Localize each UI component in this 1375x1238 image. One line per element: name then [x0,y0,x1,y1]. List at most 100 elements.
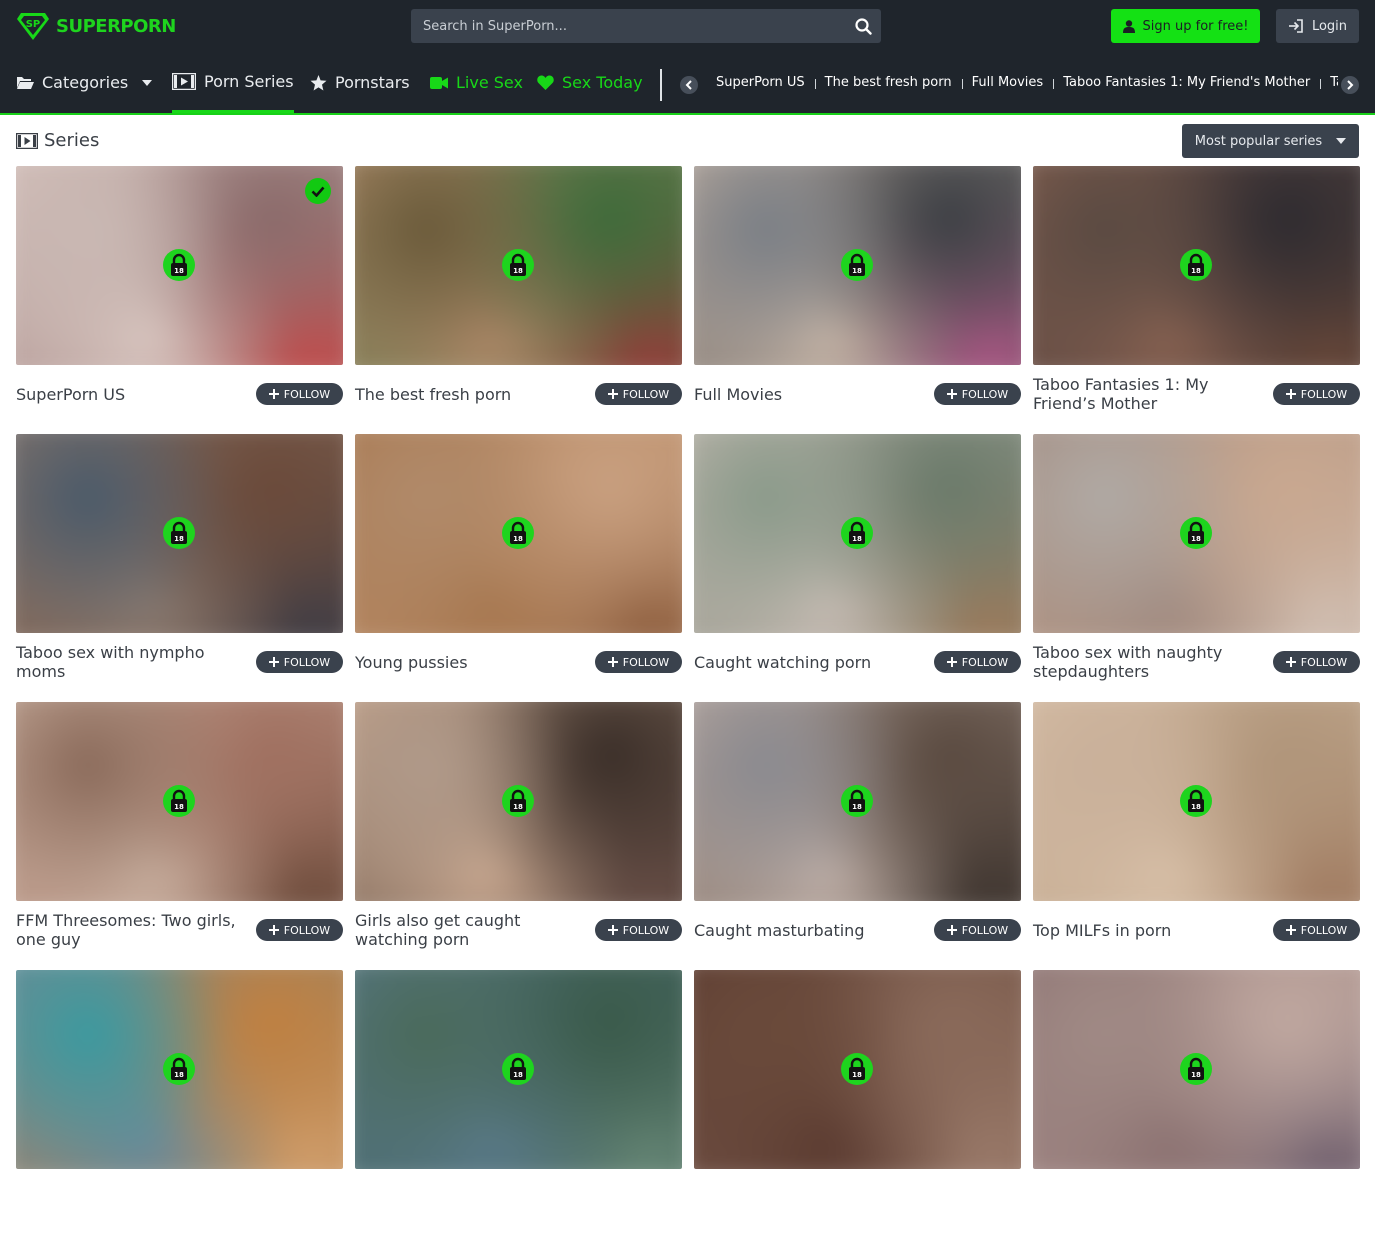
series-card[interactable]: 18 Girls also get caught watching porn FOL… [355,702,682,970]
series-title[interactable]: Young pussies [355,653,468,672]
series-strip-link[interactable]: Taboo sex with nympho moms [1320,75,1338,90]
nav-pornstars[interactable]: Pornstars [310,52,410,113]
follow-button[interactable]: FOLLOW [595,919,682,941]
follow-button[interactable]: FOLLOW [1273,383,1360,405]
age-badge-text: 18 [852,1071,862,1079]
series-card[interactable]: 18 [355,970,682,1238]
series-thumbnail[interactable]: 18 [355,702,682,901]
series-thumbnail[interactable]: 18 [355,166,682,365]
page-title-label: Series [44,130,100,151]
series-title[interactable]: Top MILFs in porn [1033,921,1171,940]
series-card[interactable]: 18 Top MILFs in porn FOLLOW [1033,702,1360,970]
series-card[interactable]: 18 [16,970,343,1238]
nav-categories[interactable]: Categories [16,52,153,113]
series-title[interactable]: Full Movies [694,385,782,404]
follow-button[interactable]: FOLLOW [595,383,682,405]
folder-open-icon [17,77,34,89]
follow-button[interactable]: FOLLOW [595,651,682,673]
follow-button[interactable]: FOLLOW [256,651,343,673]
top-bar: SP SUPERPORN Sign up for free! Login [0,0,1375,52]
follow-button[interactable]: FOLLOW [934,651,1021,673]
series-thumbnail[interactable]: 18 [1033,434,1360,633]
heart-icon [537,75,554,90]
strip-scroll-left-button[interactable] [680,76,698,94]
series-title[interactable]: FFM Threesomes: Two girls, one guy [16,911,241,949]
series-title[interactable]: Caught watching porn [694,653,871,672]
nav-live-sex[interactable]: Live Sex [430,52,523,113]
card-footer: Girls also get caught watching porn FOLLO… [355,908,682,952]
sort-dropdown[interactable]: Most popular series [1182,124,1359,158]
series-card[interactable]: 18 [694,970,1021,1238]
site-logo[interactable]: SP SUPERPORN [16,10,176,42]
series-title[interactable]: Taboo Fantasies 1: My Friend’s Mother [1033,375,1258,413]
series-title[interactable]: Girls also get caught watching porn [355,911,580,949]
card-footer: FFM Threesomes: Two girls, one guy FOLLOW [16,908,343,952]
series-card[interactable]: 18 Young pussies FOLLOW [355,434,682,702]
follow-button[interactable]: FOLLOW [934,383,1021,405]
nav-sex-today[interactable]: Sex Today [537,52,643,113]
sign-in-icon [1288,19,1303,33]
follow-label: FOLLOW [961,655,1009,669]
series-title[interactable]: Taboo sex with nympho moms [16,643,241,681]
search-box [411,9,881,43]
series-thumbnail[interactable]: 18 [16,166,343,365]
nav-divider [660,69,662,101]
series-card[interactable]: 18 FFM Threesomes: Two girls, one guy FOLL… [16,702,343,970]
series-strip-link[interactable]: The best fresh porn [814,75,962,90]
series-card[interactable]: 18 [1033,970,1360,1238]
series-thumbnail[interactable]: 18 [694,970,1021,1169]
series-thumbnail[interactable]: 18 [694,702,1021,901]
follow-label: FOLLOW [622,655,670,669]
series-card[interactable]: 18 Caught masturbating FOLLOW [694,702,1021,970]
age-lock-badge: 18 [1180,785,1212,817]
nav-porn-series-label: Porn Series [204,71,294,91]
signup-button[interactable]: Sign up for free! [1111,9,1260,43]
series-strip-link[interactable]: Taboo Fantasies 1: My Friend's Mother [1053,75,1320,90]
age-lock-badge: 18 [163,1053,195,1085]
follow-button[interactable]: FOLLOW [1273,651,1360,673]
follow-label: FOLLOW [283,655,331,669]
search-button[interactable] [845,9,881,43]
series-thumbnail[interactable]: 18 [694,166,1021,365]
series-title[interactable]: Caught masturbating [694,921,864,940]
search-input[interactable] [411,9,845,43]
logo-text: SUPERPORN [56,15,176,37]
nav-porn-series[interactable]: Porn Series [172,52,294,113]
login-button[interactable]: Login [1276,9,1359,43]
follow-button[interactable]: FOLLOW [934,919,1021,941]
film-icon [16,132,38,149]
follow-button[interactable]: FOLLOW [256,919,343,941]
series-thumbnail[interactable]: 18 [694,434,1021,633]
series-strip-link[interactable]: SuperPorn US [706,75,815,90]
series-thumbnail[interactable]: 18 [355,970,682,1169]
series-strip: SuperPorn US The best fresh porn Full Movi… [706,52,1338,113]
age-lock-badge: 18 [502,517,534,549]
age-lock-icon: 18 [510,253,526,276]
series-card[interactable]: 18 Taboo Fantasies 1: My Friend’s Mother F… [1033,166,1360,434]
series-thumbnail[interactable]: 18 [16,434,343,633]
series-title[interactable]: Taboo sex with naughty stepdaughters [1033,643,1258,681]
follow-button[interactable]: FOLLOW [256,383,343,405]
series-card[interactable]: 18 SuperPorn US FOLLOW [16,166,343,434]
age-lock-badge: 18 [163,249,195,281]
series-thumbnail[interactable]: 18 [16,970,343,1169]
series-card[interactable]: 18 Taboo sex with naughty stepdaughters FO… [1033,434,1360,702]
follow-button[interactable]: FOLLOW [1273,919,1360,941]
series-card[interactable]: 18 Caught watching porn FOLLOW [694,434,1021,702]
age-badge-text: 18 [1191,267,1201,275]
strip-scroll-right-button[interactable] [1341,76,1359,94]
series-thumbnail[interactable]: 18 [1033,970,1360,1169]
series-thumbnail[interactable]: 18 [1033,702,1360,901]
user-icon [1122,19,1135,33]
series-title[interactable]: The best fresh porn [355,385,511,404]
series-thumbnail[interactable]: 18 [1033,166,1360,365]
series-title[interactable]: SuperPorn US [16,385,125,404]
card-footer: Full Movies FOLLOW [694,372,1021,416]
age-lock-icon: 18 [171,253,187,276]
series-thumbnail[interactable]: 18 [355,434,682,633]
series-strip-link[interactable]: Full Movies [961,75,1054,90]
series-thumbnail[interactable]: 18 [16,702,343,901]
series-card[interactable]: 18 Taboo sex with nympho moms FOLLOW [16,434,343,702]
series-card[interactable]: 18 Full Movies FOLLOW [694,166,1021,434]
series-card[interactable]: 18 The best fresh porn FOLLOW [355,166,682,434]
